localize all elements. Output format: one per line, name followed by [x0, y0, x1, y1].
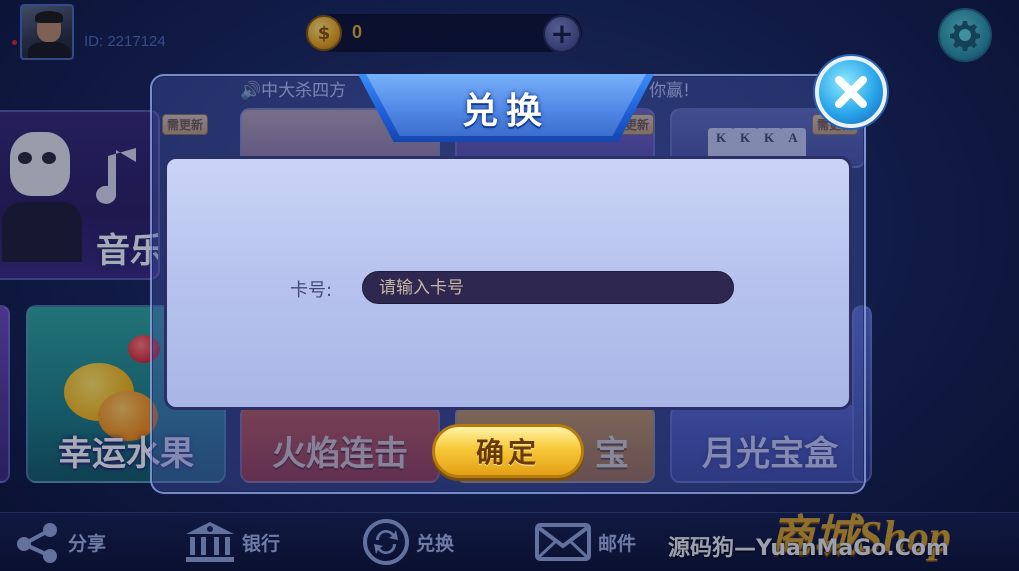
card-number-input[interactable] — [362, 271, 734, 304]
close-button[interactable] — [815, 56, 887, 128]
close-icon — [835, 76, 867, 108]
dialog-title: 兑换 — [461, 91, 550, 132]
confirm-button[interactable]: 确定 — [432, 424, 584, 478]
card-number-label: 卡号: — [290, 280, 333, 301]
